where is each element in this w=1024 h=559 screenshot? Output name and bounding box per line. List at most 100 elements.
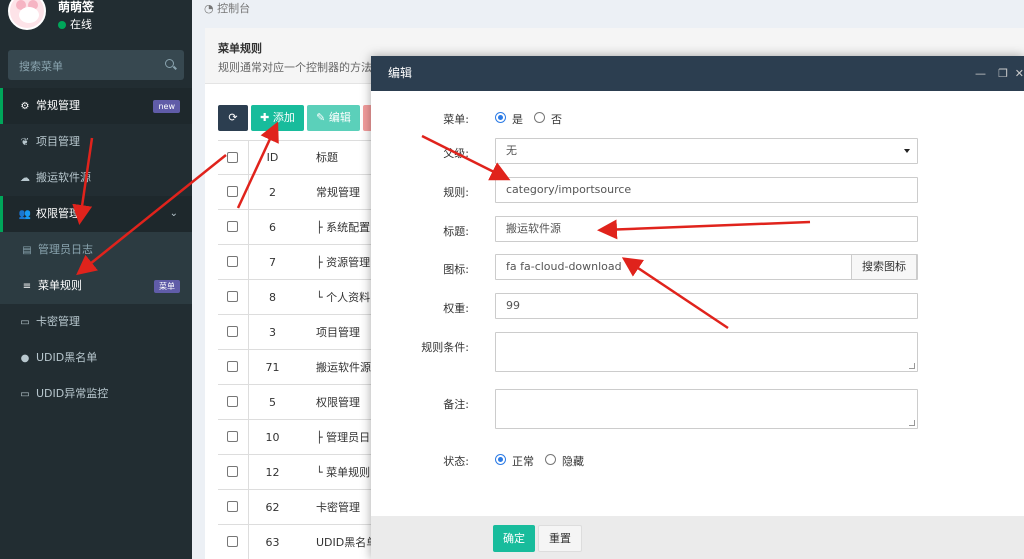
- cell-id: 6: [248, 210, 296, 244]
- status-hidden-label[interactable]: 隐藏: [562, 453, 584, 469]
- search-icon[interactable]: [165, 59, 174, 68]
- caret-down-icon: [904, 149, 910, 153]
- row-checkbox[interactable]: [227, 466, 238, 477]
- sidebar-item-adminlog[interactable]: ▤ 管理员日志: [0, 232, 192, 268]
- row-checkbox[interactable]: [227, 186, 238, 197]
- menu-yes-label[interactable]: 是: [512, 111, 523, 127]
- cell-id: 7: [248, 245, 296, 279]
- row-checkbox[interactable]: [227, 256, 238, 267]
- cell-title: 权限管理: [316, 396, 360, 409]
- cell-id: 5: [248, 385, 296, 419]
- sidebar-item-auth[interactable]: 👥 权限管理 ⌄: [0, 196, 192, 232]
- desktop-icon: ▭: [20, 389, 30, 400]
- avatar: [8, 0, 46, 30]
- row-checkbox[interactable]: [227, 291, 238, 302]
- icon-input[interactable]: fa fa-cloud-download 搜索图标: [495, 254, 918, 280]
- header-id[interactable]: ID: [248, 141, 296, 174]
- parent-label: 父级:: [443, 147, 469, 160]
- add-button[interactable]: ✚ 添加: [251, 105, 304, 131]
- weight-label: 权重:: [443, 302, 469, 315]
- cloud-download-icon: ☁: [20, 173, 30, 184]
- sidebar-item-source[interactable]: ☁ 搬运软件源: [0, 160, 192, 196]
- refresh-button[interactable]: ⟳: [218, 105, 248, 131]
- parent-select[interactable]: 无: [495, 138, 918, 164]
- dialog-footer: 确定 重置: [371, 516, 1024, 559]
- dialog-body: 菜单: 是 否 父级: 无 规则: category/importsource …: [371, 91, 1024, 516]
- title-input[interactable]: 搬运软件源: [495, 216, 918, 242]
- dialog-title: 编辑: [388, 66, 413, 80]
- cell-title: 常规管理: [316, 186, 360, 199]
- maximize-icon[interactable]: ❐: [998, 56, 1008, 91]
- sidebar: 萌萌签 在线 搜索菜单 ⚙ 常规管理 new ❦ 项目管理 ☁ 搬运软件源 👥 权限管理…: [0, 0, 192, 559]
- id-card-icon: ▭: [20, 317, 30, 328]
- cell-id: 12: [248, 455, 296, 489]
- cell-id: 62: [248, 490, 296, 524]
- sidebar-item-project[interactable]: ❦ 项目管理: [0, 124, 192, 160]
- cell-title: 卡密管理: [316, 501, 360, 514]
- sidebar-item-card[interactable]: ▭ 卡密管理: [0, 304, 192, 340]
- row-checkbox[interactable]: [227, 326, 238, 337]
- resize-handle[interactable]: [909, 420, 915, 426]
- status-hidden-radio[interactable]: [545, 454, 556, 465]
- pencil-icon: ✎: [316, 111, 329, 124]
- condition-textarea[interactable]: [495, 332, 918, 372]
- sidebar-item-rule[interactable]: ≡ 菜单规则 菜单: [0, 268, 192, 304]
- refresh-icon: ⟳: [228, 111, 238, 124]
- plus-icon: ✚: [260, 111, 273, 124]
- users-icon: 👥: [18, 209, 32, 220]
- header-title[interactable]: 标题: [316, 141, 338, 175]
- search-icon-button[interactable]: 搜索图标: [851, 254, 917, 280]
- icon-label: 图标:: [443, 263, 469, 276]
- status-normal-label[interactable]: 正常: [512, 453, 534, 469]
- cell-id: 3: [248, 315, 296, 349]
- sidebar-item-blacklist[interactable]: ● UDID黑名单: [0, 340, 192, 376]
- sidebar-menu: ⚙ 常规管理 new ❦ 项目管理 ☁ 搬运软件源 👥 权限管理 ⌄ ▤ 管理员日志 ≡ 菜…: [0, 88, 192, 412]
- edit-dialog: 编辑 — ❐ ✕ 菜单: 是 否 父级: 无 规则: category/impo…: [371, 56, 1024, 559]
- cell-id: 71: [248, 350, 296, 384]
- rule-label: 规则:: [443, 186, 469, 199]
- dashboard-icon: ◔: [204, 2, 218, 15]
- menu-yes-radio[interactable]: [495, 112, 506, 123]
- cell-title: 搬运软件源: [316, 361, 371, 374]
- select-all-checkbox[interactable]: [227, 152, 238, 163]
- menu-no-radio[interactable]: [534, 112, 545, 123]
- row-checkbox[interactable]: [227, 221, 238, 232]
- row-checkbox[interactable]: [227, 361, 238, 372]
- list-alt-icon: ▤: [22, 245, 32, 256]
- status-normal-radio[interactable]: [495, 454, 506, 465]
- cell-title: 项目管理: [316, 326, 360, 339]
- online-dot-icon: [58, 21, 66, 29]
- cell-title: └ 菜单规则: [316, 466, 371, 479]
- rule-badge: 菜单: [154, 280, 180, 293]
- close-icon[interactable]: ✕: [1015, 56, 1024, 91]
- leaf-icon: ❦: [20, 137, 30, 148]
- sidebar-item-monitor[interactable]: ▭ UDID异常监控: [0, 376, 192, 412]
- weight-input[interactable]: 99: [495, 293, 918, 319]
- status-label: 状态:: [443, 455, 469, 468]
- condition-label: 规则条件:: [421, 341, 469, 354]
- rule-input[interactable]: category/importsource: [495, 177, 918, 203]
- row-checkbox[interactable]: [227, 396, 238, 407]
- row-checkbox[interactable]: [227, 501, 238, 512]
- menu-label: 菜单:: [443, 113, 469, 126]
- remark-textarea[interactable]: [495, 389, 918, 429]
- confirm-button[interactable]: 确定: [493, 525, 535, 552]
- resize-handle[interactable]: [909, 363, 915, 369]
- cell-id: 63: [248, 525, 296, 559]
- reset-button[interactable]: 重置: [538, 525, 582, 552]
- menu-no-label[interactable]: 否: [551, 111, 562, 127]
- chevron-down-icon: ⌄: [169, 208, 178, 219]
- row-checkbox[interactable]: [227, 431, 238, 442]
- breadcrumb[interactable]: ◔ 控制台: [204, 0, 250, 16]
- sidebar-item-general[interactable]: ⚙ 常规管理 new: [0, 88, 192, 124]
- row-checkbox[interactable]: [227, 536, 238, 547]
- title-label: 标题:: [443, 225, 469, 238]
- edit-button[interactable]: ✎ 编辑: [307, 105, 360, 131]
- remark-label: 备注:: [443, 398, 469, 411]
- bars-icon: ≡: [22, 281, 32, 292]
- menu-search-input[interactable]: 搜索菜单: [8, 50, 184, 80]
- cell-id: 2: [248, 175, 296, 209]
- new-badge: new: [153, 100, 180, 113]
- minimize-icon[interactable]: —: [975, 56, 986, 91]
- cell-title: └ 个人资料: [316, 291, 371, 304]
